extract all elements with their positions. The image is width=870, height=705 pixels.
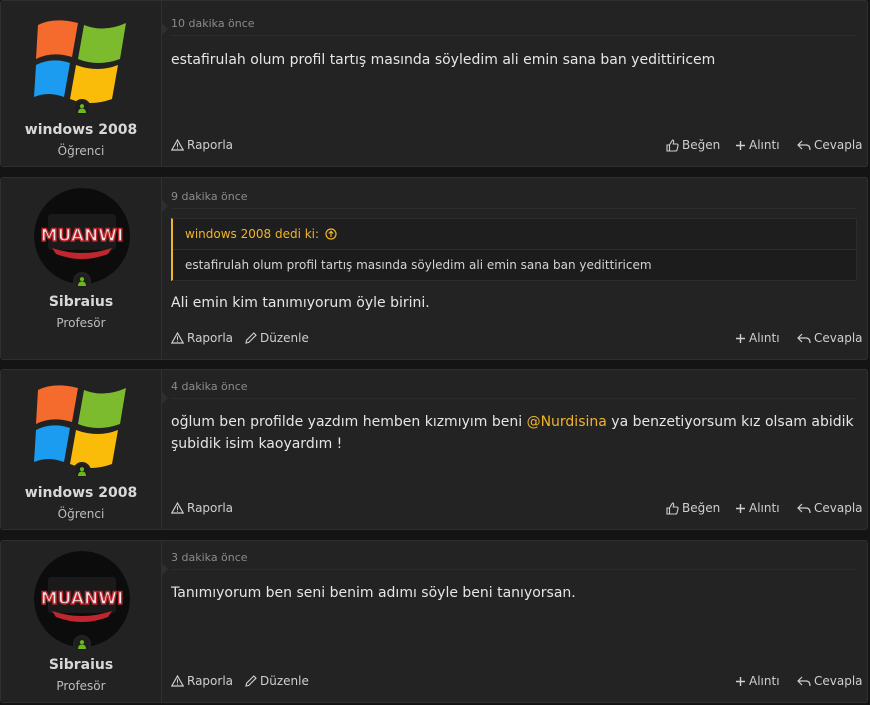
online-status-icon <box>73 99 91 117</box>
quote-author: windows 2008 dedi ki: <box>185 227 320 241</box>
post-time[interactable]: 9 dakika önce <box>171 190 857 209</box>
reply-label: Cevapla <box>814 501 863 515</box>
username[interactable]: Sibraius <box>1 657 161 673</box>
quote-block: windows 2008 dedi ki: estafirulah olum p… <box>171 218 857 281</box>
user-title: Profesör <box>56 679 106 693</box>
reply-icon <box>797 676 811 687</box>
reply-icon <box>797 140 811 151</box>
reply-label: Cevapla <box>814 138 863 152</box>
quote-text: estafirulah olum profil tartış masında s… <box>185 258 652 272</box>
warning-icon <box>171 332 184 344</box>
arrow-up-circle-icon[interactable] <box>325 228 337 240</box>
avatar-text: MUANWI <box>41 226 124 246</box>
post-time[interactable]: 3 dakika önce <box>171 551 857 570</box>
plus-icon <box>736 140 745 150</box>
like-label: Beğen <box>682 138 721 152</box>
avatar[interactable] <box>34 378 130 474</box>
post: windows 2008 Öğrenci 10 dakika önce esta… <box>0 0 868 167</box>
edit-label: Düzenle <box>260 674 309 688</box>
like-label: Beğen <box>682 501 721 515</box>
like-button[interactable]: Beğen <box>666 501 720 515</box>
user-title: Öğrenci <box>57 144 105 158</box>
post-body: Ali emin kim tanımıyorum öyle birini. <box>171 295 430 311</box>
report-label: Raporla <box>187 674 234 688</box>
thumbs-up-icon <box>666 501 679 515</box>
quote-button[interactable]: Alıntı <box>735 501 780 515</box>
warning-icon <box>171 675 184 687</box>
user-title: Öğrenci <box>57 507 105 521</box>
plus-icon <box>736 676 745 686</box>
quote-button[interactable]: Alıntı <box>735 674 780 688</box>
online-status-icon <box>73 462 91 480</box>
post-time[interactable]: 10 dakika önce <box>171 17 857 36</box>
reply-label: Cevapla <box>814 331 863 345</box>
post-body: estafirulah olum profil tartış masında s… <box>171 52 716 68</box>
like-button[interactable]: Beğen <box>666 138 720 152</box>
post-actions: Raporla Düzenle Alıntı Cevapla <box>171 674 863 692</box>
user-mention-link[interactable]: @Nurdisina <box>527 414 607 430</box>
pencil-icon <box>245 675 257 687</box>
warning-icon <box>171 502 184 514</box>
post-actions: Raporla Beğen Alıntı Cevapla <box>171 501 863 519</box>
report-button[interactable]: Raporla <box>171 501 233 515</box>
quote-button[interactable]: Alıntı <box>735 331 780 345</box>
warning-icon <box>171 139 184 151</box>
online-status-icon <box>73 272 91 290</box>
quote-button[interactable]: Alıntı <box>735 138 780 152</box>
user-panel: MUANWI Sibraius Profesör <box>1 178 168 359</box>
report-button[interactable]: Raporla <box>171 331 233 345</box>
reply-button[interactable]: Cevapla <box>797 501 863 515</box>
report-label: Raporla <box>187 138 234 152</box>
reply-label: Cevapla <box>814 674 863 688</box>
username[interactable]: windows 2008 <box>1 122 161 138</box>
muanwi-logo-icon: MUANWI <box>34 188 130 284</box>
post: windows 2008 Öğrenci 4 dakika önce oğlum… <box>0 369 868 530</box>
username[interactable]: Sibraius <box>1 294 161 310</box>
post-actions: Raporla Beğen Alıntı Cevapla <box>171 138 863 156</box>
username[interactable]: windows 2008 <box>1 485 161 501</box>
windows-logo-icon <box>34 20 126 103</box>
quote-label: Alıntı <box>749 331 780 345</box>
quote-label: Alıntı <box>749 138 780 152</box>
reply-button[interactable]: Cevapla <box>797 674 863 688</box>
reply-icon <box>797 333 811 344</box>
user-title: Profesör <box>56 316 106 330</box>
windows-logo-icon <box>34 385 126 468</box>
quote-label: Alıntı <box>749 674 780 688</box>
edit-button[interactable]: Düzenle <box>245 674 309 688</box>
post-body-text: oğlum ben profilde yazdım hemben kızmıyı… <box>171 414 527 430</box>
report-button[interactable]: Raporla <box>171 138 233 152</box>
online-status-icon <box>73 635 91 653</box>
report-label: Raporla <box>187 501 234 515</box>
pencil-icon <box>245 332 257 344</box>
thumbs-up-icon <box>666 138 679 152</box>
report-label: Raporla <box>187 331 234 345</box>
post: MUANWI Sibraius Profesör 3 dakika önce T… <box>0 540 868 703</box>
user-panel: windows 2008 Öğrenci <box>1 370 168 529</box>
user-panel: windows 2008 Öğrenci <box>1 1 168 166</box>
quote-header[interactable]: windows 2008 dedi ki: <box>173 219 856 250</box>
plus-icon <box>736 503 745 513</box>
post: MUANWI Sibraius Profesör 9 dakika önce w… <box>0 177 868 360</box>
post-time[interactable]: 4 dakika önce <box>171 380 857 399</box>
muanwi-logo-icon: MUANWI <box>34 551 130 647</box>
edit-button[interactable]: Düzenle <box>245 331 309 345</box>
user-panel: MUANWI Sibraius Profesör <box>1 541 168 702</box>
post-body: Tanımıyorum ben seni benim adımı söyle b… <box>171 585 576 601</box>
reply-icon <box>797 503 811 514</box>
quote-label: Alıntı <box>749 501 780 515</box>
avatar-text: MUANWI <box>41 589 124 609</box>
avatar[interactable]: MUANWI <box>34 551 130 647</box>
post-body: oğlum ben profilde yazdım hemben kızmıyı… <box>171 411 855 455</box>
avatar[interactable] <box>34 13 130 109</box>
reply-button[interactable]: Cevapla <box>797 331 863 345</box>
post-actions: Raporla Düzenle Alıntı Cevapla <box>171 331 863 349</box>
reply-button[interactable]: Cevapla <box>797 138 863 152</box>
edit-label: Düzenle <box>260 331 309 345</box>
thread: windows 2008 Öğrenci 10 dakika önce esta… <box>0 0 870 705</box>
report-button[interactable]: Raporla <box>171 674 233 688</box>
avatar[interactable]: MUANWI <box>34 188 130 284</box>
plus-icon <box>736 333 745 343</box>
